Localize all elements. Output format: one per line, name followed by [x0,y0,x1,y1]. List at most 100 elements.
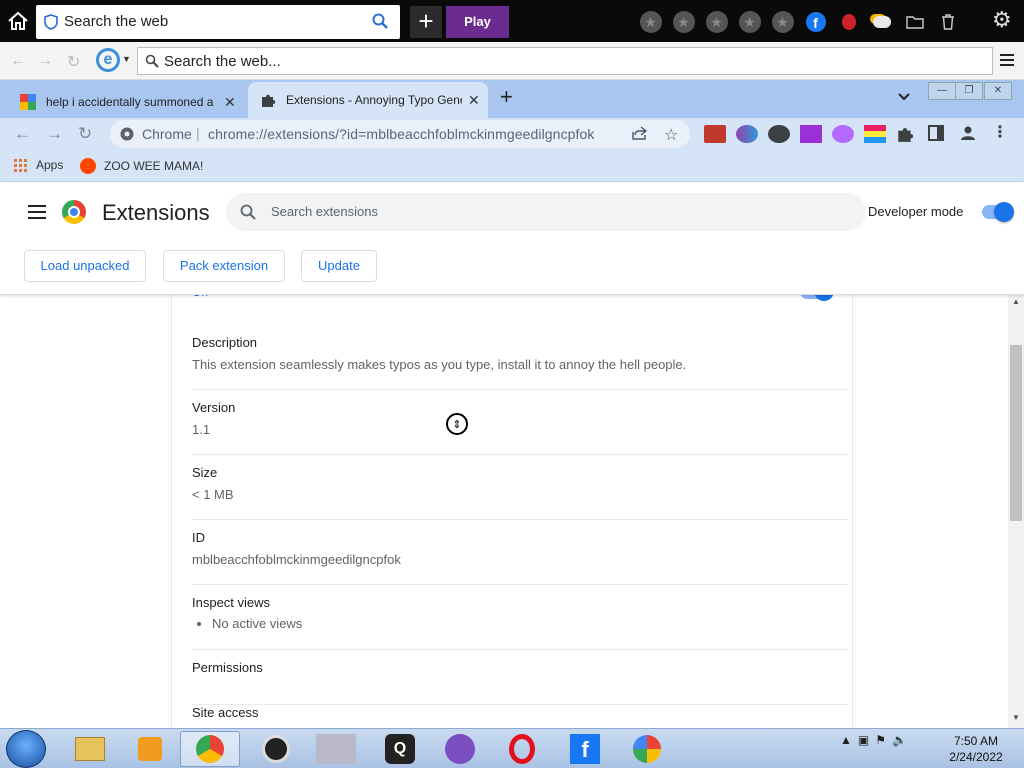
side-panel-icon[interactable] [928,125,950,143]
site-info-icon[interactable] [120,127,134,146]
star-icon[interactable]: ★ [669,8,698,36]
ie-logo-icon[interactable]: e [96,48,120,72]
star-icon[interactable]: ★ [768,8,797,36]
version-label: Version [192,400,236,415]
forward-arrow-icon[interactable]: → [37,52,53,70]
weather-icon[interactable] [867,8,896,36]
star-icon[interactable]: ★ [735,8,764,36]
search-icon[interactable] [372,13,388,34]
web-search-text: Search the web [64,13,169,30]
extension-icon[interactable] [832,125,854,143]
home-icon[interactable] [6,10,30,32]
volume-icon[interactable]: 🔈 [892,733,907,747]
add-button[interactable]: + [410,6,442,38]
browser-icon[interactable] [617,731,677,767]
tab-strip: help i accidentally summoned a ✕ Extensi… [0,80,1024,118]
app-icon[interactable] [430,731,490,767]
opera-icon[interactable] [492,731,552,767]
bug-icon[interactable] [834,8,863,36]
reload-icon[interactable]: ↻ [78,124,92,144]
page-title: Extensions [102,200,210,225]
back-arrow-icon[interactable]: ← [10,52,26,70]
hamburger-menu-icon[interactable] [28,205,46,223]
star-icon[interactable]: ★ [636,8,665,36]
tab-title: Extensions - Annoying Typo Gene [286,93,462,107]
share-icon[interactable] [632,126,648,145]
chevron-down-icon[interactable] [898,88,910,106]
menu-icon[interactable] [1000,53,1014,72]
id-section: ID mblbeacchfoblmckinmgeedilgncpfok [192,530,848,585]
description-label: Description [192,335,258,350]
facebook-icon[interactable]: f [801,8,830,36]
developer-mode-toggle[interactable] [982,202,1014,222]
web-search-box[interactable]: Search the web [36,5,400,39]
size-value: < 1 MB [192,487,234,502]
clock-time: 7:50 AM [953,734,999,748]
extension-icon[interactable] [864,125,886,143]
description-value: This extension seamlessly makes typos as… [192,357,687,372]
scroll-up-icon[interactable]: ▲ [1012,297,1020,306]
folder-icon[interactable] [900,8,929,36]
pack-extension-button[interactable]: Pack extension [163,250,285,282]
flag-icon[interactable]: ⚑ [875,733,886,747]
file-explorer-icon[interactable] [60,731,120,767]
clock-date: 2/24/2022 [949,750,1003,764]
facebook-icon[interactable]: f [555,731,615,767]
forward-arrow-icon[interactable]: → [46,124,63,144]
omnibox[interactable]: Chrome | chrome://extensions/?id=mblbeac… [110,120,690,148]
tab-extensions[interactable]: Extensions - Annoying Typo Gene ✕ [248,82,488,118]
toolbar-icons: ★ ★ ★ ★ ★ f [636,8,962,36]
vertical-scrollbar[interactable]: ▲ ▼ [1008,295,1024,728]
play-button[interactable]: Play [446,6,509,38]
gear-icon[interactable]: ⚙ [992,9,1012,31]
search-placeholder: Search extensions [271,204,378,219]
bookmark-zoo-wee-mama[interactable]: ZOO WEE MAMA! [80,158,203,174]
clock[interactable]: 7:50 AM 2/24/2022 [936,733,1016,765]
extensions-header: Extensions Search extensions Developer m… [0,183,1024,295]
star-icon[interactable]: ★ [702,8,731,36]
bookmark-star-icon[interactable]: ☆ [664,125,678,145]
profile-icon[interactable] [960,125,982,143]
media-player-icon[interactable] [120,731,180,767]
enable-toggle[interactable] [800,295,834,301]
load-unpacked-button[interactable]: Load unpacked [24,250,146,282]
close-icon[interactable]: ✕ [224,94,236,111]
bookmark-apps[interactable]: Apps [14,158,63,172]
extension-icon[interactable] [768,125,790,143]
close-window-button[interactable]: ✕ [984,82,1012,100]
puzzle-icon [260,92,276,108]
refresh-icon[interactable]: ↻ [67,52,80,72]
scrollbar-thumb[interactable] [1010,345,1022,521]
back-arrow-icon[interactable]: ← [14,124,31,144]
tray-expand-icon[interactable]: ▲ [840,733,852,747]
app-icon[interactable] [306,731,366,767]
new-tab-button[interactable]: + [500,84,513,110]
start-button[interactable] [6,730,46,768]
google-icon [20,94,36,110]
inspect-view-item: No active views [212,616,848,631]
url-separator: | [196,125,200,141]
system-tray: ▲ ▣ ⚑ 🔈 [840,733,907,747]
tab-help[interactable]: help i accidentally summoned a ✕ [10,86,247,118]
network-icon[interactable]: ▣ [858,733,869,747]
close-icon[interactable]: ✕ [468,92,480,109]
extension-icon[interactable] [704,125,726,143]
update-button[interactable]: Update [301,250,377,282]
restore-button[interactable]: ❐ [955,82,983,100]
puzzle-icon[interactable] [896,125,918,143]
extension-icon[interactable] [800,125,822,143]
scroll-down-icon[interactable]: ▼ [1012,713,1020,722]
app-icon[interactable] [246,731,306,767]
trash-icon[interactable] [933,8,962,36]
address-bar[interactable]: Search the web... [137,47,993,75]
extensions-search-input[interactable]: Search extensions [226,193,866,231]
extension-icon[interactable] [736,125,758,143]
chrome-taskbar-icon[interactable] [180,731,240,767]
more-menu-icon[interactable]: ⋮ [992,125,1014,143]
site-access-label: Site access [192,705,259,720]
site-access-section: Site access [192,705,848,728]
app-icon[interactable]: Q [370,731,430,767]
inspect-views-label: Inspect views [192,595,271,610]
chevron-down-icon[interactable]: ▼ [122,54,131,64]
minimize-button[interactable]: — [928,82,956,100]
